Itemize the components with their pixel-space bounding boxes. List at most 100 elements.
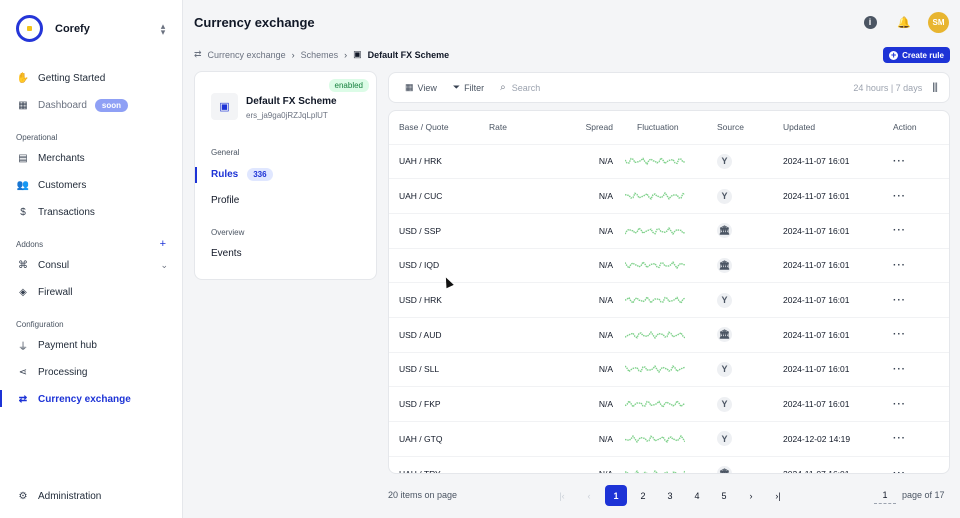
tab-profile[interactable]: Profile (211, 195, 239, 206)
rate-cell (489, 387, 575, 422)
page-button[interactable]: 3 (659, 485, 681, 506)
row-actions[interactable]: ··· (881, 422, 949, 457)
updated-cell: 2024-11-07 16:01 (783, 156, 850, 167)
add-addon-icon[interactable]: + (160, 239, 166, 250)
more-icon: ··· (893, 363, 906, 375)
scheme-id: ers_ja9ga0jRZJqLplUT (246, 111, 328, 120)
table-row[interactable]: UAH / HRK N/A Y 2024-11-07 16:01 ··· (389, 144, 949, 179)
info-icon: i (863, 15, 877, 29)
section-label: Operational (16, 133, 58, 142)
info-button[interactable]: i (862, 14, 878, 30)
row-actions[interactable]: ··· (881, 144, 949, 179)
page-number-input[interactable]: 1 (874, 490, 896, 504)
filter-button[interactable]: ⏷ Filter (453, 82, 484, 93)
page-button[interactable]: 4 (686, 485, 708, 506)
sidebar-item-firewall[interactable]: ◈ Firewall (16, 282, 168, 302)
section-label: Configuration (16, 320, 64, 329)
sidebar-item-administration[interactable]: ⚙ Administration (16, 486, 168, 506)
items-per-page[interactable]: 20 items on page (388, 490, 457, 500)
sidebar-item-getting-started[interactable]: ✋ Getting Started (16, 68, 168, 88)
tab-events[interactable]: Events (211, 248, 242, 259)
filter-label: Filter (464, 82, 485, 93)
updated-cell: 2024-12-02 14:19 (783, 433, 851, 444)
sidebar-item-consul[interactable]: ⌘ Consul ⌄ (16, 255, 168, 275)
table-header-row: Base / Quote Rate Spread Fluctuation Sou… (389, 111, 949, 144)
time-range-toggle[interactable]: 24 hours | 7 days (853, 83, 922, 93)
source-cell: 🏛 (705, 248, 783, 283)
page-button[interactable]: 5 (713, 485, 735, 506)
table-row[interactable]: UAH / GTQ N/A Y 2024-12-02 14:19 ··· (389, 421, 949, 457)
sidebar-item-label: Merchants (38, 152, 85, 164)
spread-cell: N/A (598, 399, 613, 410)
notifications-button[interactable]: 🔔 (896, 14, 912, 30)
status-badge: enabled (328, 79, 369, 92)
sidebar-item-processing[interactable]: ⋖ Processing (16, 362, 168, 382)
more-icon: ··· (893, 468, 906, 474)
table-row[interactable]: USD / IQD N/A 🏛 2024-11-07 16:01 ··· (389, 248, 949, 283)
sidebar: Corefy ▴ ▾ ✋ Getting Started ▦ Dashboard … (0, 0, 183, 518)
table-row[interactable]: USD / HRK N/A Y 2024-11-07 16:01 ··· (389, 282, 949, 318)
fluctuation-cell (625, 352, 705, 387)
search-input[interactable]: ⌕ Search (500, 82, 853, 93)
last-page-button[interactable]: ›| (767, 485, 789, 506)
row-actions[interactable]: ··· (881, 283, 949, 318)
table-toolbar: ▦ View ⏷ Filter ⌕ Search 24 hours | 7 da… (388, 72, 950, 103)
columns-icon[interactable]: ||| (932, 82, 938, 93)
sidebar-item-dashboard[interactable]: ▦ Dashboard soon (16, 95, 168, 115)
pair-cell: UAH / HRK (399, 156, 442, 167)
fluctuation-sparkline (625, 365, 685, 374)
row-actions[interactable]: ··· (881, 387, 949, 422)
tab-rules[interactable]: Rules 336 (211, 168, 273, 181)
sidebar-item-merchants[interactable]: ▤ Merchants (16, 148, 168, 168)
corefy-logo-icon (16, 15, 43, 42)
column-header[interactable]: Spread (575, 111, 625, 144)
row-actions[interactable]: ··· (881, 213, 949, 248)
column-header[interactable]: Rate (489, 111, 575, 144)
table-row[interactable]: USD / SLL N/A Y 2024-11-07 16:01 ··· (389, 352, 949, 387)
page-button[interactable]: 1 (605, 485, 627, 506)
breadcrumb-link[interactable]: Schemes (301, 50, 339, 60)
sidebar-item-currency-exchange[interactable]: ⇄ Currency exchange (16, 389, 168, 409)
row-actions[interactable]: ··· (881, 317, 949, 352)
active-indicator (195, 167, 197, 183)
table-row[interactable]: USD / AUD N/A 🏛 2024-11-07 16:01 ··· (389, 317, 949, 352)
avatar[interactable]: SM (928, 12, 949, 33)
breadcrumb-link[interactable]: Currency exchange (208, 50, 286, 60)
first-page-button[interactable]: |‹ (551, 485, 573, 506)
sidebar-item-payment-hub[interactable]: ⏚ Payment hub (16, 335, 168, 355)
brand-name: Corefy (55, 22, 90, 35)
page-button[interactable]: 2 (632, 485, 654, 506)
money-icon: ▣ (353, 49, 362, 59)
fluctuation-cell (625, 317, 705, 352)
money-icon: ▣ (211, 93, 238, 120)
sidebar-item-label: Currency exchange (38, 393, 131, 405)
plug-icon: ⏚ (18, 341, 28, 353)
next-page-button[interactable]: › (740, 485, 762, 506)
spread-cell: N/A (598, 225, 613, 236)
sidebar-item-transactions[interactable]: $ Transactions (16, 202, 168, 222)
spread-cell: N/A (598, 156, 613, 167)
create-rule-button[interactable]: + Create rule (883, 47, 950, 63)
pair-cell: USD / FKP (399, 399, 441, 410)
prev-page-button[interactable]: ‹ (578, 485, 600, 506)
fluctuation-cell (625, 248, 705, 283)
fluctuation-cell (625, 422, 705, 457)
column-header[interactable]: Updated (783, 111, 881, 144)
create-rule-label: Create rule (902, 50, 944, 60)
row-actions[interactable]: ··· (881, 456, 949, 474)
table-row[interactable]: USD / FKP N/A Y 2024-11-07 16:01 ··· (389, 386, 949, 422)
column-header[interactable]: Base / Quote (389, 111, 489, 144)
more-icon: ··· (893, 433, 906, 445)
brand-switcher[interactable]: Corefy ▴ ▾ (16, 15, 168, 42)
view-button[interactable]: ▦ View (405, 82, 437, 93)
row-actions[interactable]: ··· (881, 352, 949, 387)
more-icon: ··· (893, 329, 906, 341)
row-actions[interactable]: ··· (881, 248, 949, 283)
table-row[interactable]: USD / SSP N/A 🏛 2024-11-07 16:01 ··· (389, 213, 949, 248)
table-row[interactable]: UAH / CUC N/A Y 2024-11-07 16:01 ··· (389, 178, 949, 214)
sidebar-item-customers[interactable]: 👥 Customers (16, 175, 168, 195)
pagination: |‹ ‹ 1 2 3 4 5 › ›| (551, 485, 794, 506)
table-row[interactable]: UAH / TRY N/A 🏛 2024-11-07 16:01 ··· (389, 456, 949, 474)
row-actions[interactable]: ··· (881, 179, 949, 214)
column-header[interactable]: Source (705, 111, 783, 144)
